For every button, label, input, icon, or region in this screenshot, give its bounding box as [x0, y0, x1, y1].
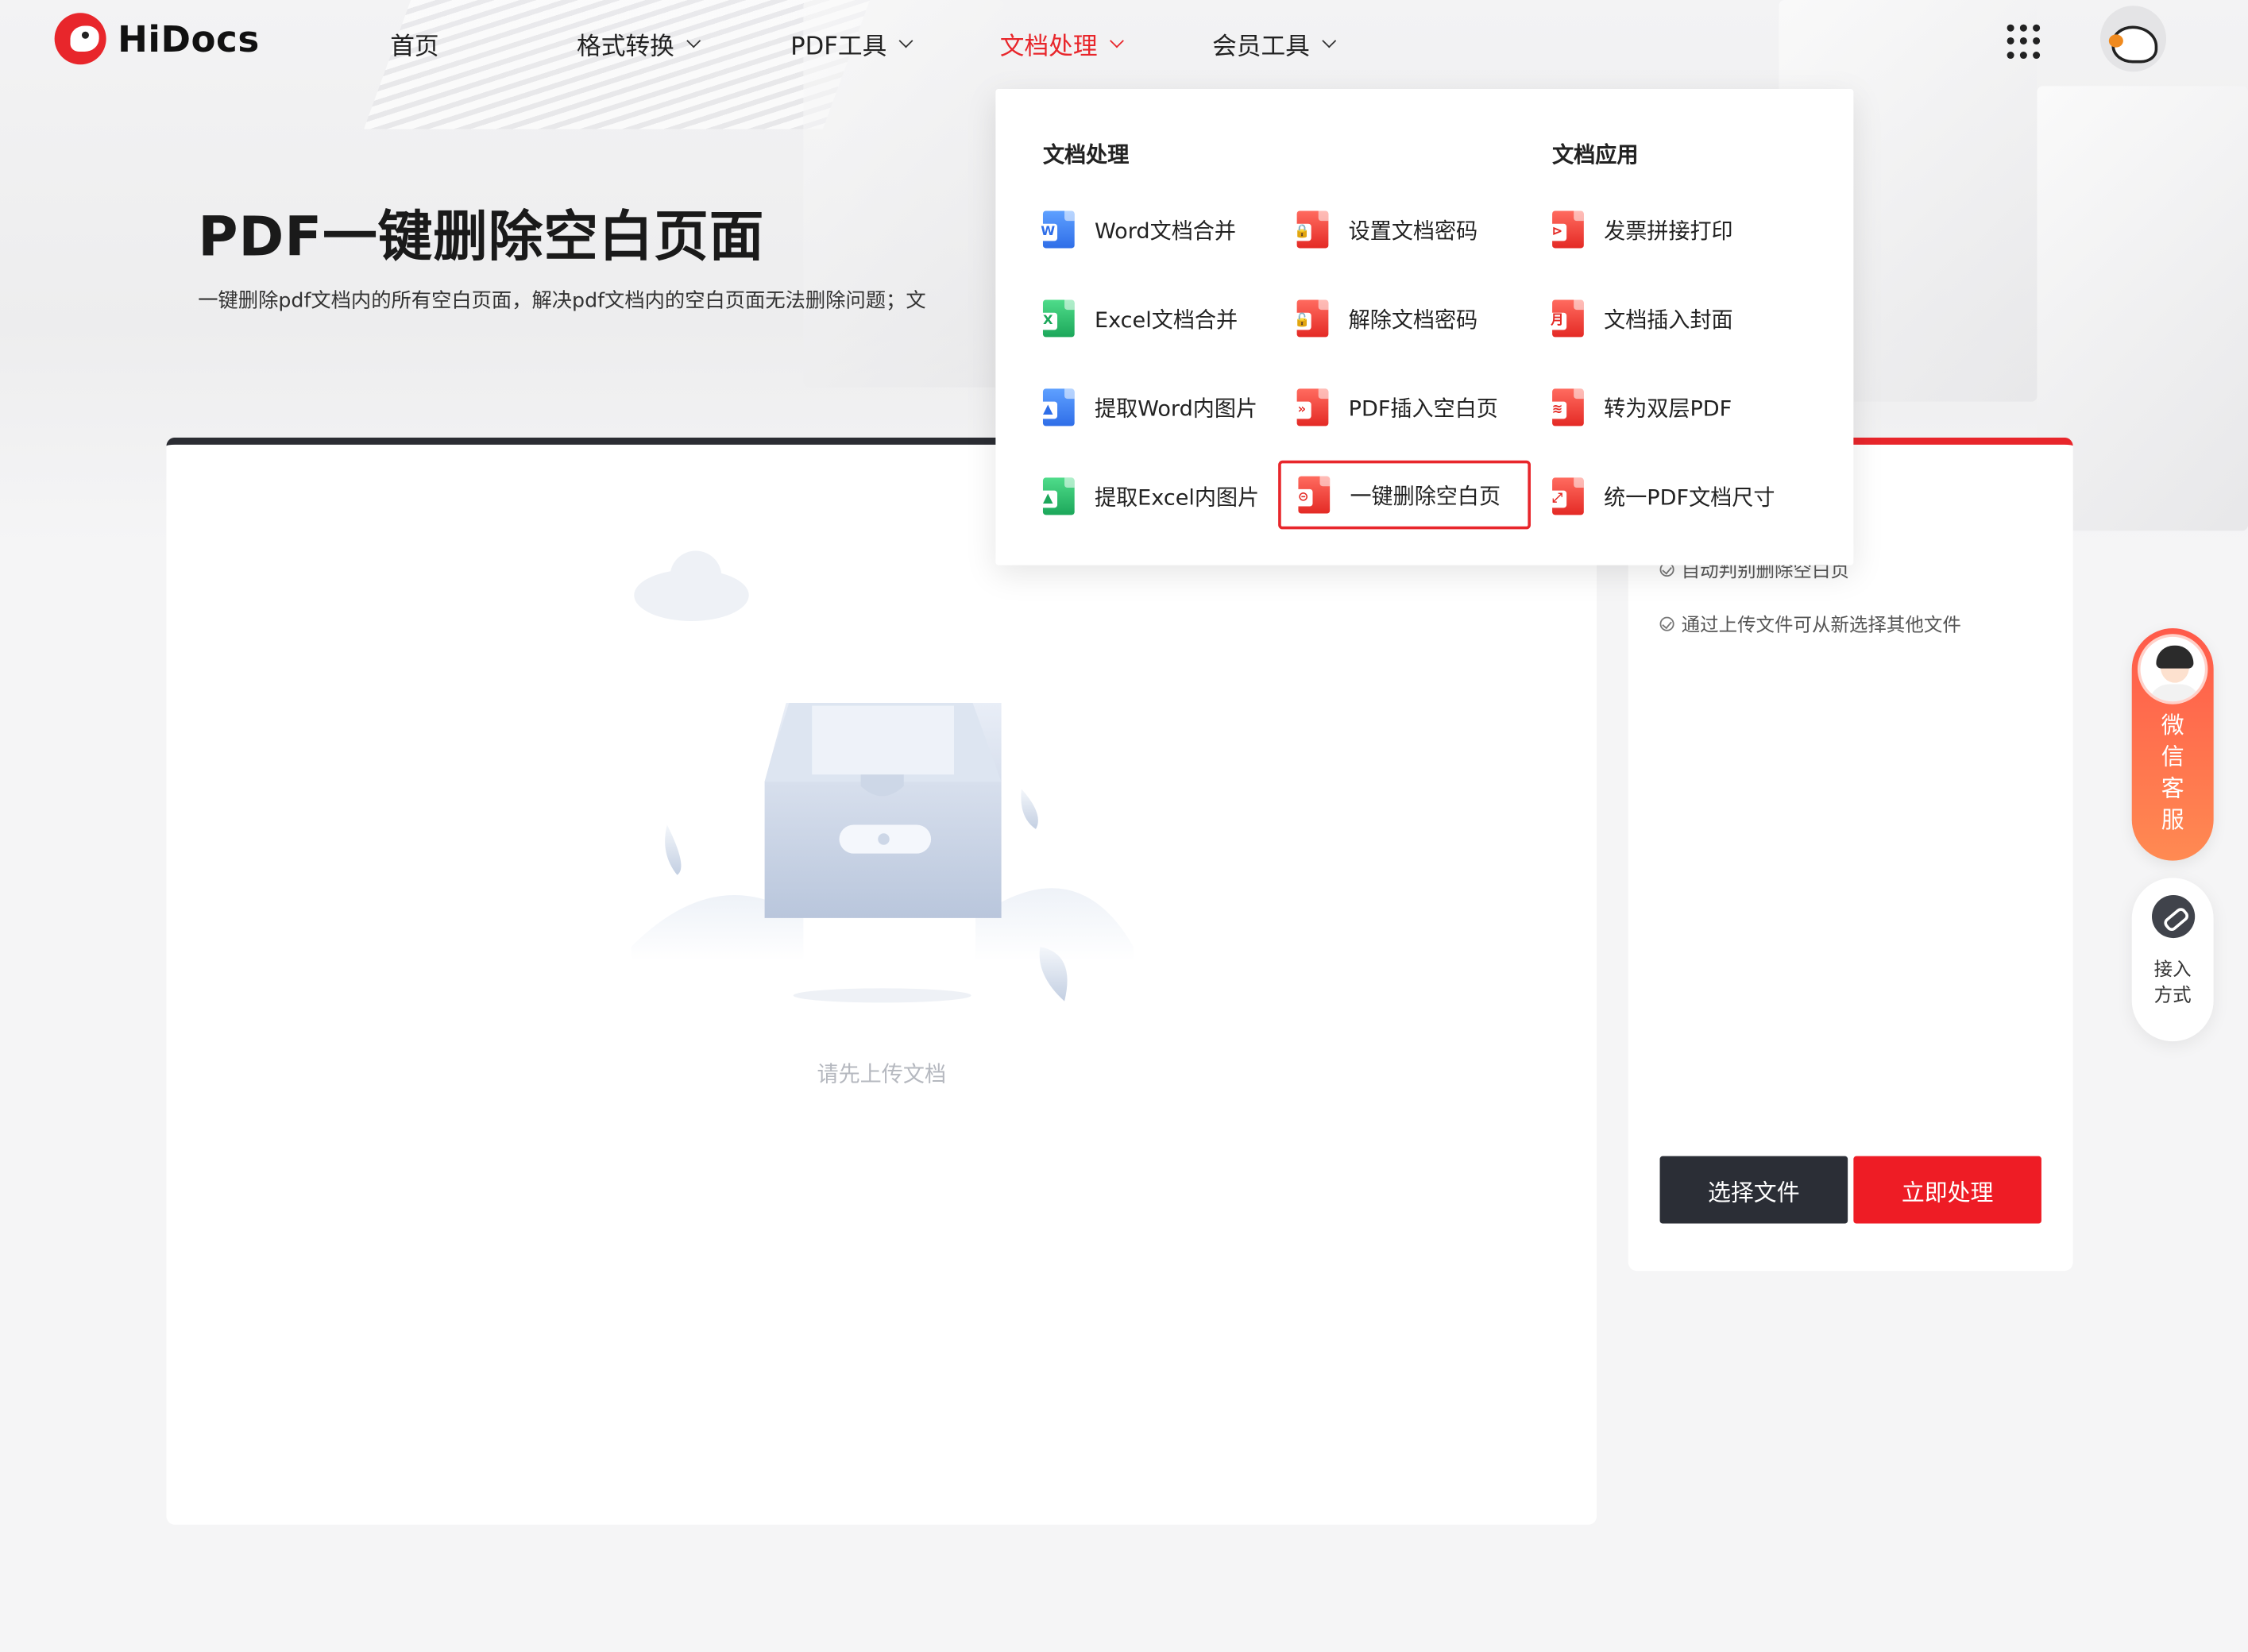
page-title: PDF一键删除空白页面	[198, 205, 765, 268]
grid-dots-icon[interactable]	[2007, 24, 2041, 59]
nav-item-home[interactable]: 首页	[390, 26, 438, 62]
nav-item-label: 首页	[390, 33, 439, 62]
brand-logo[interactable]: HiDocs	[54, 13, 260, 65]
dropdown-item-label: 提取Excel内图片	[1094, 484, 1260, 511]
page-description: 一键删除pdf文档内的所有空白页面，解决pdf文档内的空白页面无法删除问题；文	[198, 289, 926, 313]
nav-item-label: PDF工具	[790, 33, 887, 62]
dropdown-item-label: Word文档合并	[1094, 217, 1236, 244]
pdf-remove-icon: ⊝	[1294, 476, 1331, 514]
tip-text: 通过上传文件可从新选择其他文件	[1681, 615, 1961, 637]
access-method-label: 接入 方式	[2153, 959, 2192, 1007]
dropdown-item-label: 提取Word内图片	[1094, 395, 1258, 422]
pdf-insert-icon: »	[1292, 388, 1329, 427]
access-method-widget[interactable]: 接入 方式	[2131, 878, 2214, 1042]
dropdown-item[interactable]: 🔓 解除文档密码	[1292, 284, 1478, 353]
nav-item-label: 格式转换	[577, 33, 674, 62]
nav-item-pdf-tools[interactable]: PDF工具	[790, 26, 913, 62]
wechat-service-label: 微 信 客 服	[2161, 711, 2184, 834]
page: HiDocs 首页 格式转换 PDF工具 文档处理 会员工具 PDF一键删除空白…	[0, 0, 2248, 1652]
pdf-resize-icon: ⤢	[1547, 477, 1584, 515]
pdf-invoice-icon: ⊳	[1547, 210, 1584, 249]
dropdown-item-label: 解除文档密码	[1348, 306, 1478, 333]
unlock-pdf-icon: 🔓	[1292, 299, 1329, 338]
dropdown-item-label: 一键删除空白页	[1350, 482, 1501, 509]
process-now-button[interactable]: 立即处理	[1853, 1156, 2041, 1224]
nav-item-label: 文档处理	[999, 33, 1098, 62]
wechat-service-widget[interactable]: 微 信 客 服	[2131, 628, 2214, 861]
chevron-down-icon	[898, 33, 913, 48]
pdf-layers-icon: ≋	[1547, 388, 1584, 427]
brand-name: HiDocs	[118, 17, 260, 60]
excel-file-icon: X	[1038, 299, 1075, 338]
tip-item: 通过上传文件可从新选择其他文件	[1659, 610, 1961, 637]
dropdown-item[interactable]: 月文档插入封面	[1547, 284, 1733, 353]
dropdown-item[interactable]: X Excel文档合并	[1038, 284, 1238, 353]
nav-item-format-convert[interactable]: 格式转换	[577, 26, 701, 62]
chevron-down-icon	[686, 33, 701, 48]
customer-service-agent-icon	[2137, 634, 2208, 704]
dropdown-item[interactable]: » PDF插入空白页	[1292, 373, 1498, 442]
nav-item-label: 会员工具	[1212, 33, 1310, 62]
dropdown-item-label: 文档插入封面	[1604, 306, 1733, 333]
dropdown-item[interactable]: W Word文档合并	[1038, 195, 1236, 264]
pdf-cover-icon: 月	[1547, 299, 1584, 338]
dropdown-item-label: Excel文档合并	[1094, 306, 1238, 333]
dropdown-item-label: 发票拼接打印	[1604, 217, 1733, 244]
link-icon	[2152, 894, 2196, 939]
empty-box-illustration	[631, 550, 1134, 1003]
excel-image-icon: ▲	[1038, 477, 1075, 515]
word-image-icon: ▲	[1038, 388, 1075, 427]
nav-item-doc-processing[interactable]: 文档处理	[999, 26, 1124, 62]
fox-logo-icon	[54, 13, 106, 65]
doc-processing-dropdown: 文档处理 文档应用 W Word文档合并 🔒 设置文档密码 ⊳ 发票拼接打印 X Excel文…	[995, 88, 1854, 565]
user-avatar[interactable]	[2099, 6, 2167, 72]
nav-item-member-tools[interactable]: 会员工具	[1212, 26, 1337, 62]
lock-pdf-icon: 🔒	[1292, 210, 1329, 249]
dropdown-item[interactable]: ⊝ 一键删除空白页	[1278, 460, 1531, 530]
dropdown-item-label: 统一PDF文档尺寸	[1604, 484, 1775, 511]
dropdown-item-label: 转为双层PDF	[1604, 395, 1732, 422]
dropdown-item[interactable]: ≋ 转为双层PDF	[1547, 373, 1732, 442]
dropdown-item-label: 设置文档密码	[1348, 217, 1478, 244]
dropdown-header-doc-apps: 文档应用	[1552, 141, 1639, 168]
dropdown-item[interactable]: ⤢ 统一PDF文档尺寸	[1547, 462, 1775, 531]
upload-hint: 请先上传文档	[817, 1061, 947, 1087]
check-circle-icon	[1659, 616, 1674, 631]
dropdown-item[interactable]: ⊳ 发票拼接打印	[1547, 195, 1733, 264]
dropdown-item-label: PDF插入空白页	[1348, 395, 1498, 422]
dropdown-header-doc-processing: 文档处理	[1042, 141, 1130, 168]
dropdown-item[interactable]: ▲ 提取Word内图片	[1038, 373, 1258, 442]
dropdown-item[interactable]: 🔒 设置文档密码	[1292, 195, 1478, 264]
top-nav: HiDocs 首页 格式转换 PDF工具 文档处理 会员工具	[0, 0, 2248, 86]
word-file-icon: W	[1038, 210, 1075, 249]
dropdown-item[interactable]: ▲ 提取Excel内图片	[1038, 462, 1260, 531]
chevron-down-icon	[1322, 33, 1337, 48]
select-file-button[interactable]: 选择文件	[1659, 1156, 1848, 1224]
chevron-down-icon	[1110, 33, 1124, 48]
